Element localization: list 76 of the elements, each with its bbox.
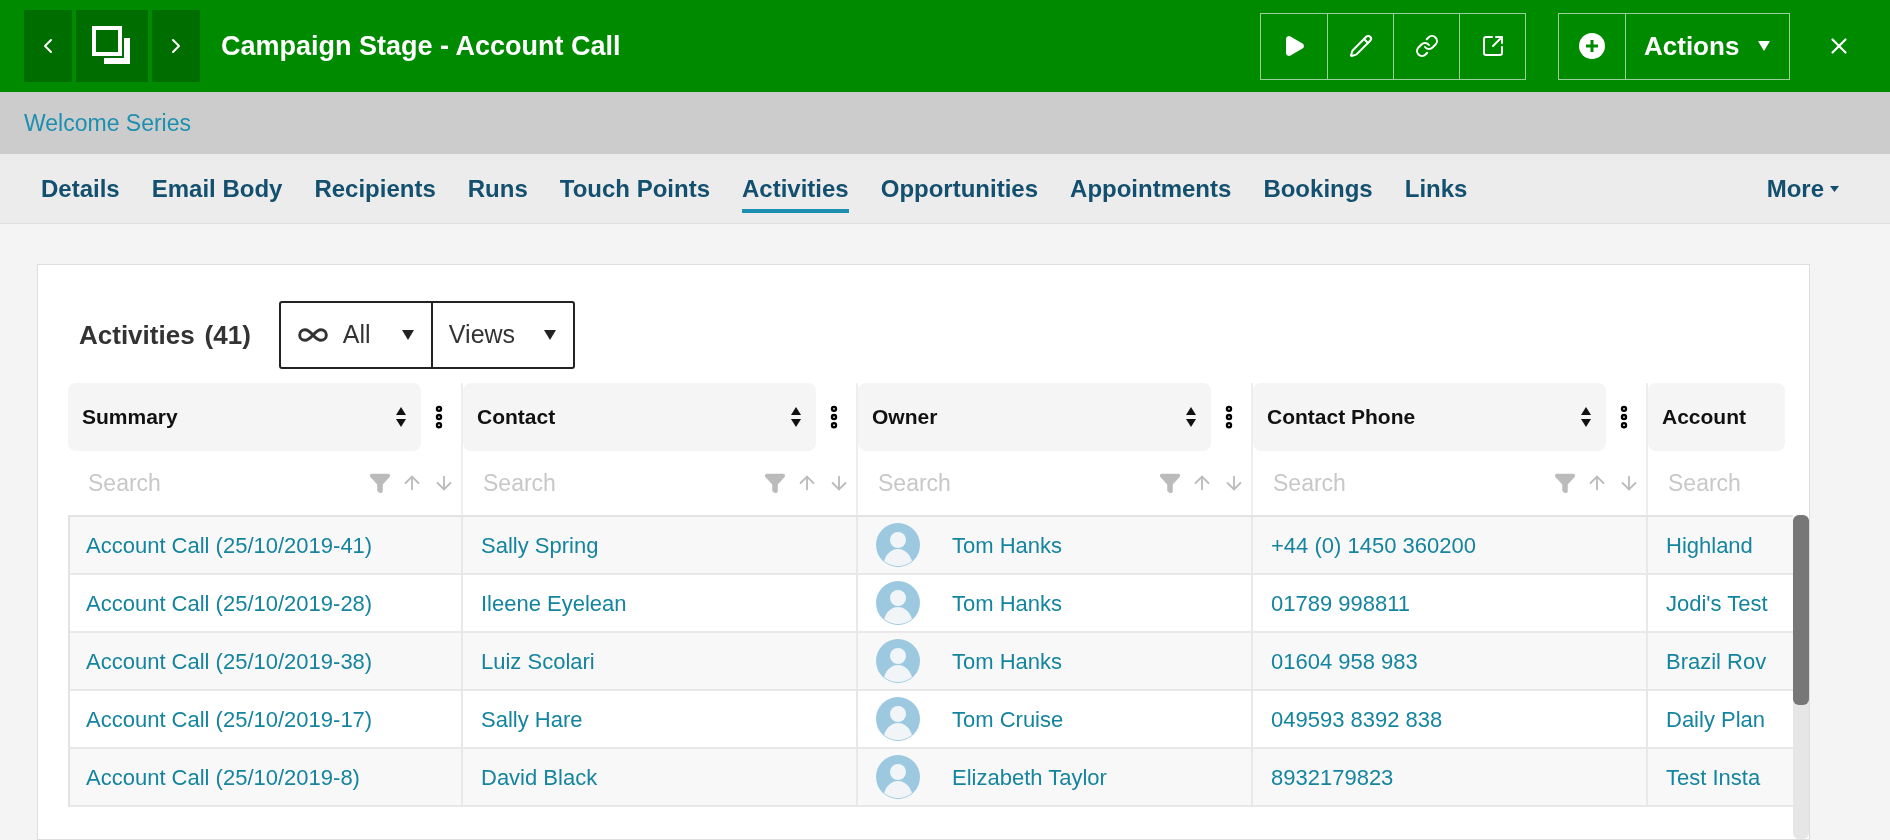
filter-icon[interactable] — [1159, 472, 1181, 494]
table-cell-link[interactable]: Tom Hanks — [952, 644, 1063, 678]
column-header[interactable]: Contact Phone — [1253, 383, 1606, 451]
tab[interactable]: Runs — [467, 164, 528, 213]
avatar-icon — [876, 581, 920, 625]
avatar-icon — [876, 755, 920, 799]
filter-icon[interactable] — [764, 472, 786, 494]
link-icon — [1414, 34, 1439, 58]
logo-button[interactable] — [76, 10, 148, 82]
table-cell-link[interactable]: 8932179823 — [1271, 760, 1394, 794]
avatar-icon — [876, 697, 920, 741]
tab[interactable]: Activities — [742, 164, 849, 213]
more-tab[interactable]: More — [1766, 170, 1839, 207]
table-cell-link[interactable]: Account Call (25/10/2019-8) — [86, 760, 360, 794]
tab[interactable]: Appointments — [1070, 164, 1232, 213]
caret-icon — [1830, 185, 1839, 192]
avatar-icon — [876, 523, 920, 567]
stacked-squares-icon — [91, 25, 133, 67]
table-row[interactable]: Account Call (25/10/2019-17) Sally Hare Tom Cruise 049593 8392 838 Daily Plan — [70, 691, 1793, 749]
sort-icon[interactable] — [1580, 406, 1592, 428]
table-cell-link[interactable]: Highland — [1666, 528, 1753, 562]
table-cell-link[interactable]: Test Insta — [1666, 760, 1761, 794]
table-cell-link[interactable]: Luiz Scolari — [481, 644, 595, 678]
table-cell-link[interactable]: Elizabeth Taylor — [952, 760, 1107, 794]
filter-dropdown[interactable]: All — [280, 303, 431, 367]
pencil-icon — [1348, 34, 1373, 58]
panel-title: Activities — [79, 318, 195, 352]
record-count: (41) — [204, 318, 251, 352]
caret-icon — [1757, 40, 1771, 52]
sort-icon[interactable] — [1185, 406, 1197, 428]
scrollbar-thumb[interactable] — [1793, 515, 1809, 705]
table-cell-link[interactable]: David Black — [481, 760, 598, 794]
external-link-icon — [1480, 34, 1505, 58]
table-cell-link[interactable]: Ileene Eyelean — [481, 586, 627, 620]
caret-icon — [542, 329, 557, 341]
views-dropdown[interactable]: Views — [430, 303, 573, 367]
table-cell-link[interactable]: 049593 8392 838 — [1271, 702, 1443, 736]
table-cell-link[interactable]: Tom Hanks — [952, 528, 1063, 562]
table-row[interactable]: Account Call (25/10/2019-41) Sally Spring Tom Hanks +44 (0) 1450 360200 Highland — [70, 517, 1793, 575]
table-cell-link[interactable]: Sally Hare — [481, 702, 583, 736]
tab[interactable]: Email Body — [151, 164, 283, 213]
add-icon — [1578, 32, 1606, 60]
table-cell-link[interactable]: +44 (0) 1450 360200 — [1271, 528, 1476, 562]
column-header[interactable]: Summary — [68, 383, 421, 451]
column-header[interactable]: Account — [1648, 383, 1785, 451]
tab[interactable]: Links — [1404, 164, 1468, 213]
table-cell-link[interactable]: Daily Plan — [1666, 702, 1766, 736]
sort-icon[interactable] — [790, 406, 802, 428]
table-cell-link[interactable]: 01789 998811 — [1271, 586, 1411, 620]
caret-icon — [400, 329, 415, 341]
table-cell-link[interactable]: Account Call (25/10/2019-28) — [86, 586, 373, 620]
sort-icon[interactable] — [395, 406, 407, 428]
avatar-icon — [876, 639, 920, 683]
table-cell-link[interactable]: Brazil Rov — [1666, 644, 1767, 678]
table-cell-link[interactable]: Account Call (25/10/2019-38) — [86, 644, 373, 678]
filter-icon[interactable] — [1554, 472, 1576, 494]
column-header[interactable]: Contact — [463, 383, 816, 451]
table-row[interactable]: Account Call (25/10/2019-38) Luiz Scolari Tom Hanks 01604 958 983 Brazil Rov — [70, 633, 1793, 691]
tab[interactable]: Details — [41, 164, 120, 213]
column-header[interactable]: Owner — [858, 383, 1211, 451]
table-row[interactable]: Account Call (25/10/2019-8) David Black Elizabeth Taylor 8932179823 Test Insta — [70, 749, 1793, 807]
filter-icon[interactable] — [369, 472, 391, 494]
table-cell-link[interactable]: Tom Hanks — [952, 586, 1063, 620]
tab[interactable]: Touch Points — [559, 164, 710, 213]
tab[interactable]: Opportunities — [880, 164, 1039, 213]
table-cell-link[interactable]: Account Call (25/10/2019-17) — [86, 702, 373, 736]
table-cell-link[interactable]: Tom Cruise — [952, 702, 1064, 736]
table-row[interactable]: Account Call (25/10/2019-28) Ileene Eyelean Tom Hanks 01789 998811 Jodi's Test — [70, 575, 1793, 633]
window-title: Campaign Stage - Account Call — [221, 29, 621, 63]
table-cell-link[interactable]: 01604 958 983 — [1271, 644, 1418, 678]
tab[interactable]: Recipients — [314, 164, 436, 213]
table-cell-link[interactable]: Account Call (25/10/2019-41) — [86, 528, 373, 562]
breadcrumb-link[interactable]: Welcome Series — [24, 105, 192, 141]
table-cell-link[interactable]: Jodi's Test — [1666, 586, 1768, 620]
table-cell-link[interactable]: Sally Spring — [481, 528, 599, 562]
tab[interactable]: Bookings — [1263, 164, 1373, 213]
